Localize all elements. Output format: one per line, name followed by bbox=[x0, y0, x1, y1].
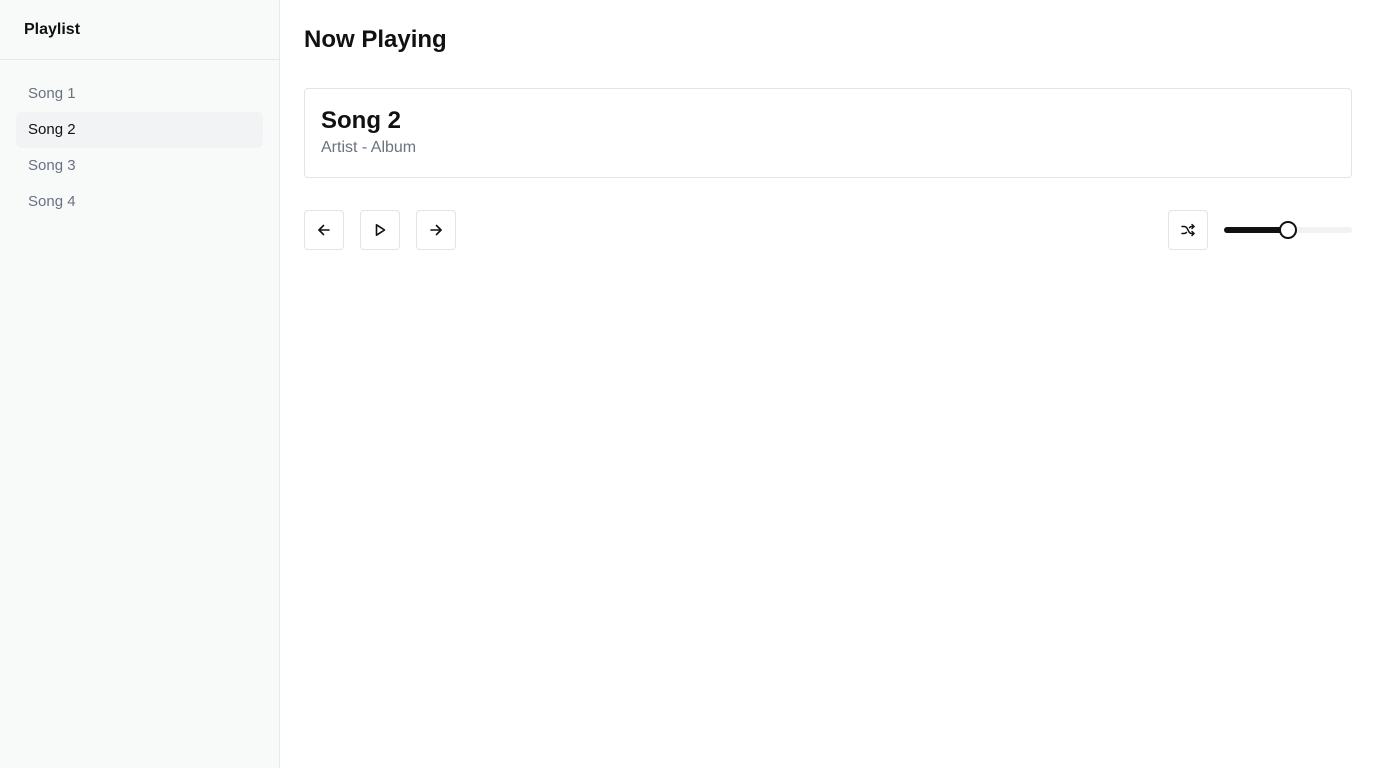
playlist-item-song-4[interactable]: Song 4 bbox=[16, 184, 263, 220]
arrow-left-icon bbox=[317, 223, 331, 237]
playlist-item-song-2[interactable]: Song 2 bbox=[16, 112, 263, 148]
main-content: Now Playing Song 2 Artist - Album bbox=[280, 0, 1376, 768]
sidebar: Playlist Song 1 Song 2 Song 3 Song 4 bbox=[0, 0, 280, 768]
next-button[interactable] bbox=[416, 210, 456, 250]
playlist: Song 1 Song 2 Song 3 Song 4 bbox=[0, 60, 279, 220]
shuffle-button[interactable] bbox=[1168, 210, 1208, 250]
playlist-item-song-3[interactable]: Song 3 bbox=[16, 148, 263, 184]
playback-controls bbox=[304, 210, 456, 250]
arrow-right-icon bbox=[429, 223, 443, 237]
sidebar-title: Playlist bbox=[0, 0, 279, 60]
now-playing-card: Song 2 Artist - Album bbox=[304, 88, 1352, 178]
page-title: Now Playing bbox=[304, 26, 447, 53]
previous-button[interactable] bbox=[304, 210, 344, 250]
song-title: Song 2 bbox=[321, 107, 402, 134]
play-icon bbox=[373, 223, 387, 237]
playlist-item-song-1[interactable]: Song 1 bbox=[16, 76, 263, 112]
secondary-controls bbox=[1168, 210, 1352, 250]
volume-thumb[interactable] bbox=[1279, 221, 1297, 239]
song-meta: Artist - Album bbox=[321, 139, 417, 156]
app-window: Playlist Song 1 Song 2 Song 3 Song 4 Now… bbox=[0, 0, 1376, 768]
volume-slider[interactable] bbox=[1224, 220, 1352, 240]
play-button[interactable] bbox=[360, 210, 400, 250]
player-controls bbox=[304, 210, 1352, 250]
shuffle-icon bbox=[1180, 222, 1196, 238]
